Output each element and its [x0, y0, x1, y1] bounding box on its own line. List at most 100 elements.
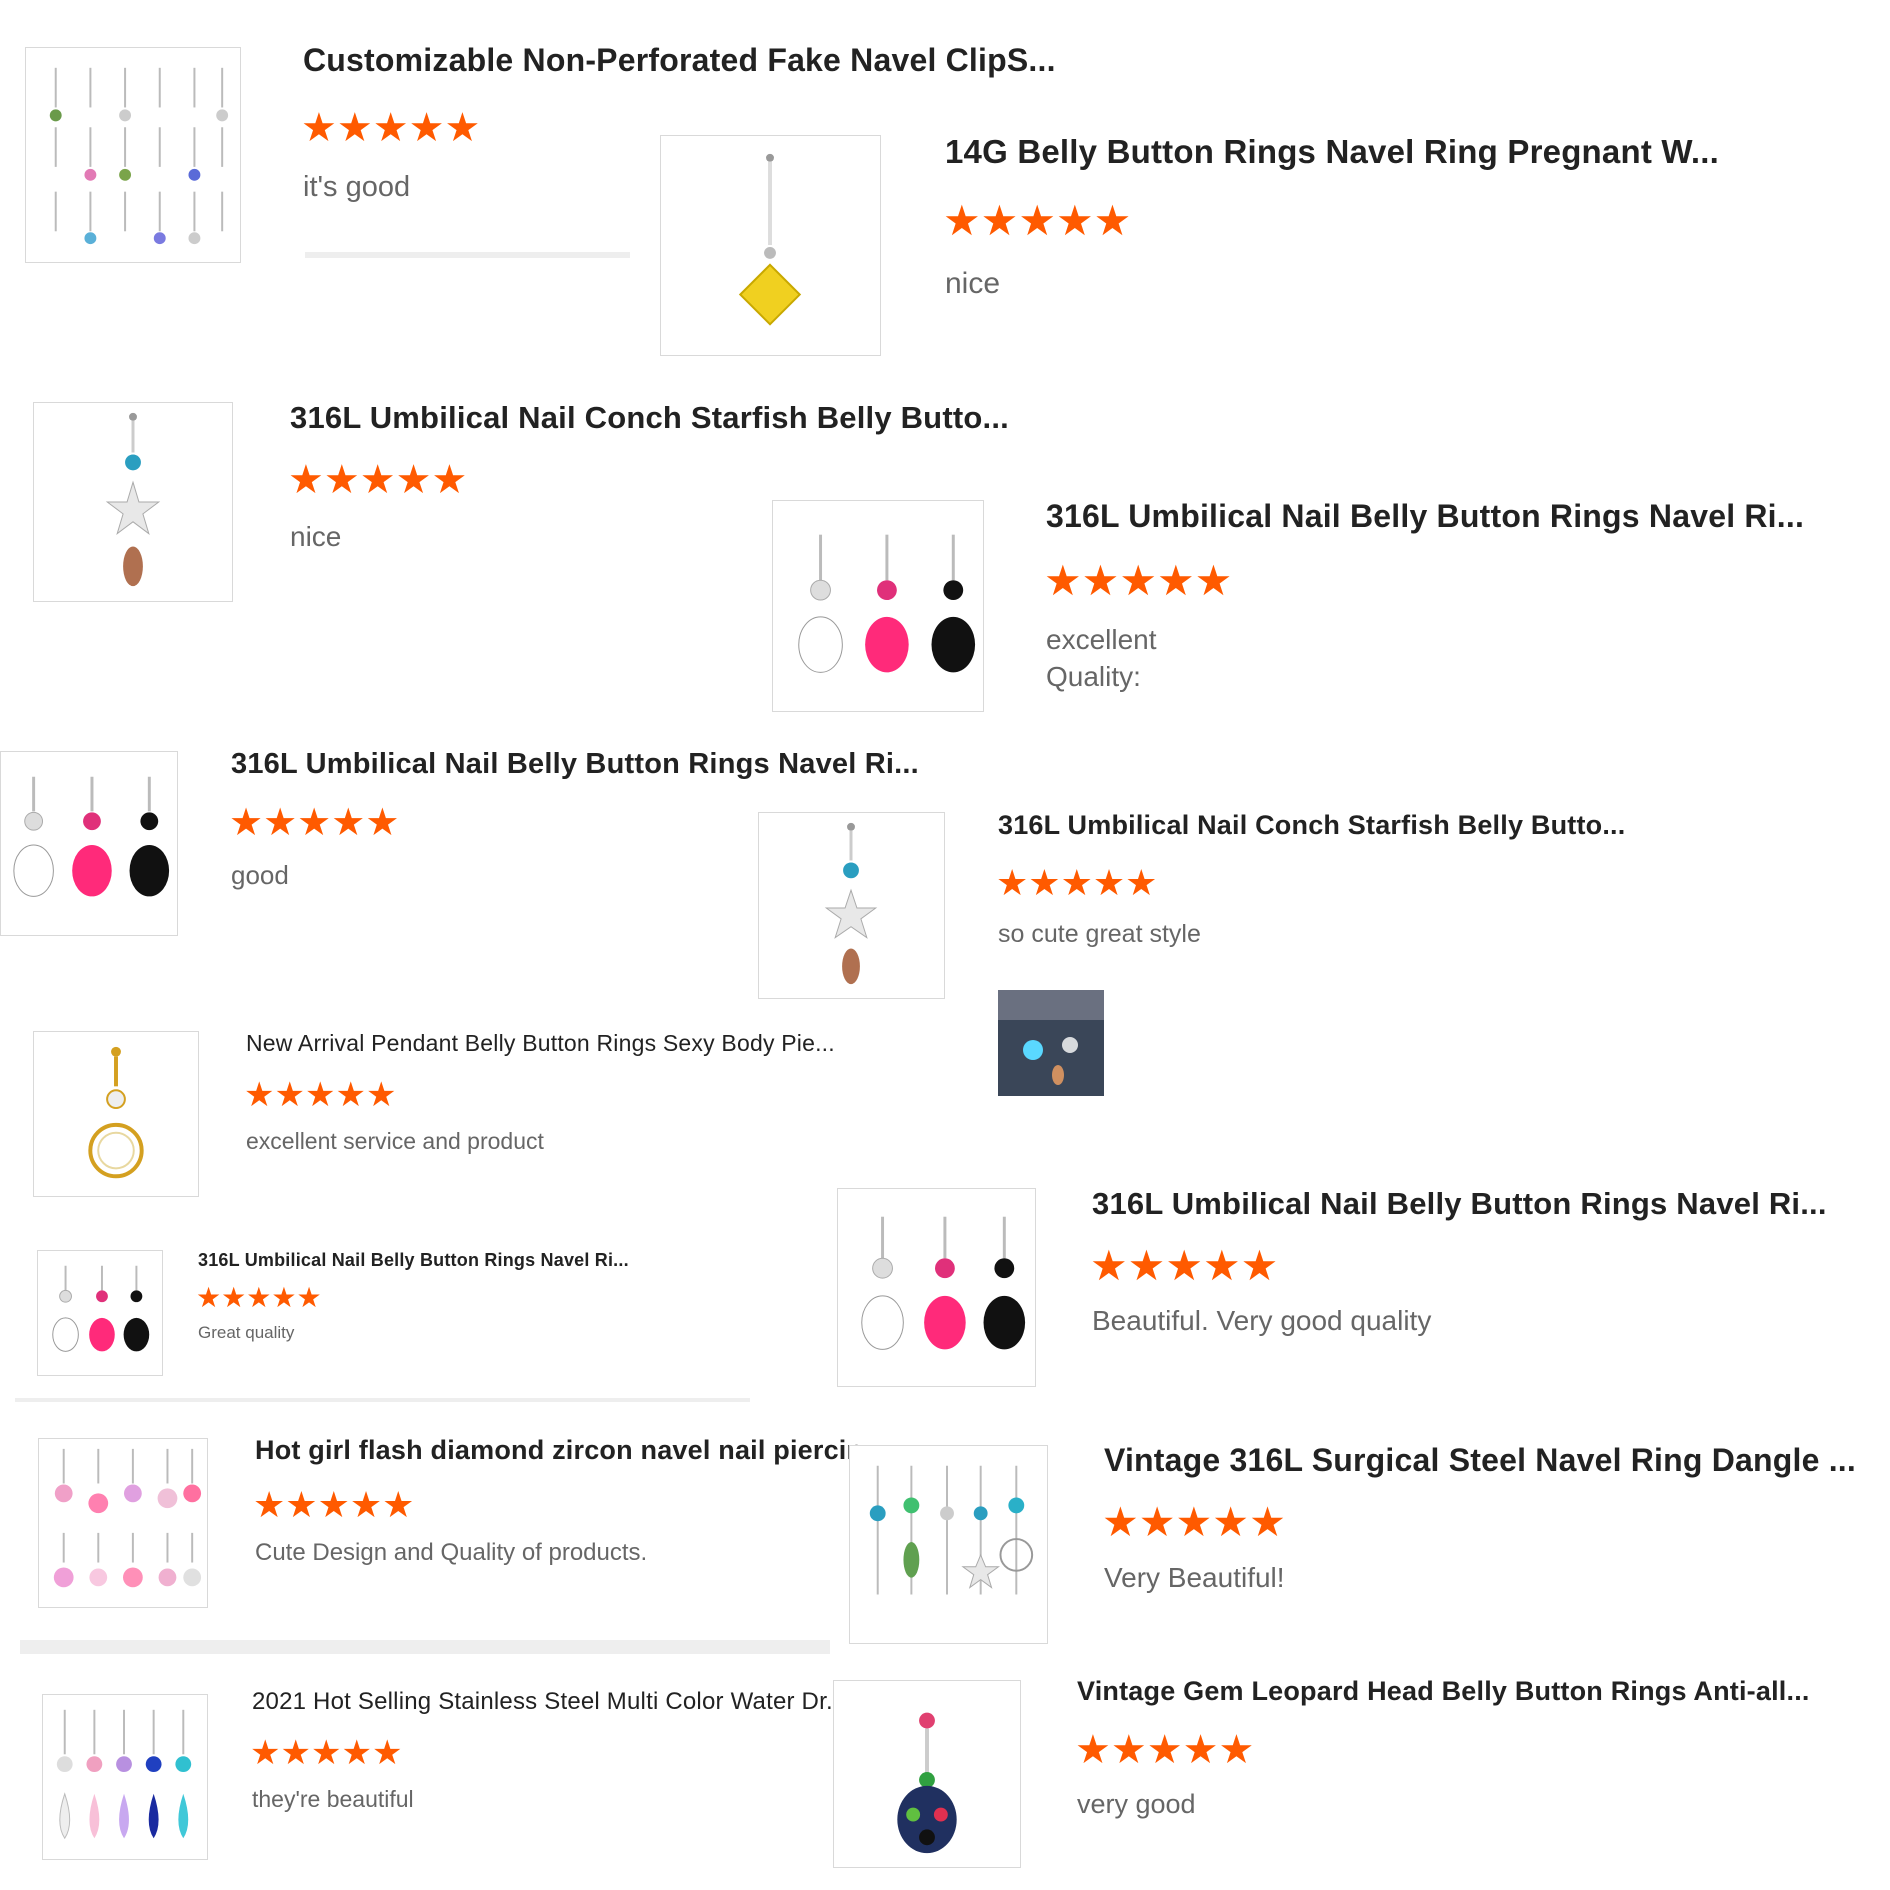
star-icon: ★ — [304, 1076, 336, 1114]
star-icon: ★ — [1156, 557, 1195, 604]
review-text: they're beautiful — [252, 1786, 414, 1812]
star-icon: ★ — [1102, 1499, 1139, 1545]
star-icon: ★ — [335, 1076, 366, 1114]
star-rating: ★ ★ ★ ★ ★ — [250, 1736, 402, 1770]
star-icon: ★ — [1018, 197, 1056, 244]
star-icon: ★ — [246, 1282, 272, 1313]
star-icon: ★ — [1202, 1242, 1241, 1289]
product-title[interactable]: Vintage Gem Leopard Head Belly Button Ri… — [1077, 1676, 1810, 1707]
star-icon: ★ — [1138, 1499, 1176, 1545]
star-icon: ★ — [1075, 1728, 1111, 1772]
star-icon: ★ — [382, 1484, 415, 1525]
product-thumbnail[interactable] — [25, 47, 241, 263]
review-text: nice — [945, 267, 1001, 300]
star-icon: ★ — [1060, 862, 1093, 903]
star-icon: ★ — [1028, 862, 1061, 903]
star-rating: ★ ★ ★ ★ ★ — [253, 1487, 414, 1523]
star-rating: ★ ★ ★ ★ ★ — [996, 865, 1157, 901]
review-text: Cute Design and Quality of products. — [255, 1539, 648, 1566]
star-icon: ★ — [331, 802, 366, 844]
star-icon: ★ — [301, 106, 337, 150]
product-thumbnail[interactable] — [38, 1438, 208, 1608]
product-title[interactable]: Customizable Non-Perforated Fake Navel C… — [303, 42, 1056, 79]
review-text: good — [231, 860, 289, 890]
star-icon: ★ — [1249, 1499, 1286, 1545]
star-icon: ★ — [1127, 1242, 1166, 1289]
star-icon: ★ — [250, 1734, 281, 1772]
star-icon: ★ — [310, 1734, 342, 1772]
star-icon: ★ — [1218, 1728, 1255, 1772]
product-thumbnail[interactable] — [758, 812, 945, 999]
star-icon: ★ — [1044, 557, 1082, 604]
star-icon: ★ — [980, 197, 1019, 244]
star-icon: ★ — [349, 1484, 383, 1525]
star-icon: ★ — [1194, 557, 1233, 604]
product-title[interactable]: 316L Umbilical Nail Belly Button Rings N… — [231, 748, 919, 781]
star-icon: ★ — [288, 458, 324, 502]
star-icon: ★ — [395, 458, 432, 502]
product-title[interactable]: 14G Belly Button Rings Navel Ring Pregna… — [945, 133, 1719, 171]
review-text: very good — [1077, 1789, 1196, 1819]
star-rating: ★ ★ ★ ★ ★ — [943, 200, 1131, 242]
star-rating: ★ ★ ★ ★ ★ — [1102, 1502, 1286, 1543]
product-title[interactable]: New Arrival Pendant Belly Button Rings S… — [246, 1030, 835, 1057]
product-title[interactable]: 316L Umbilical Nail Conch Starfish Belly… — [998, 810, 1625, 841]
product-title[interactable]: Vintage 316L Surgical Steel Navel Ring D… — [1104, 1442, 1856, 1479]
star-icon: ★ — [271, 1282, 297, 1313]
star-icon: ★ — [1182, 1728, 1219, 1772]
review-text: Very Beautiful! — [1104, 1562, 1285, 1593]
review-photo[interactable] — [998, 990, 1104, 1096]
product-thumbnail[interactable] — [833, 1680, 1021, 1868]
star-rating: ★ ★ ★ ★ ★ — [301, 108, 480, 148]
review-text: nice — [290, 521, 342, 552]
divider — [305, 252, 630, 258]
product-thumbnail[interactable] — [837, 1188, 1036, 1387]
star-icon: ★ — [1110, 1728, 1147, 1772]
star-icon: ★ — [221, 1282, 247, 1313]
star-icon: ★ — [297, 802, 332, 844]
review-text: excellent service and product — [246, 1128, 544, 1154]
product-thumbnail[interactable] — [660, 135, 881, 356]
product-title[interactable]: 316L Umbilical Nail Conch Starfish Belly… — [290, 400, 1009, 436]
product-thumbnail[interactable] — [42, 1694, 208, 1860]
product-thumbnail[interactable] — [772, 500, 984, 712]
star-icon: ★ — [253, 1484, 286, 1525]
star-icon: ★ — [365, 1076, 397, 1114]
divider — [15, 1398, 750, 1402]
product-thumbnail[interactable] — [37, 1250, 163, 1376]
review-text: Great quality — [198, 1323, 295, 1342]
star-icon: ★ — [336, 106, 373, 150]
star-icon: ★ — [296, 1282, 322, 1313]
star-rating: ★ ★ ★ ★ ★ — [1090, 1245, 1278, 1287]
product-title[interactable]: 2021 Hot Selling Stainless Steel Multi C… — [252, 1688, 847, 1716]
product-thumbnail[interactable] — [0, 751, 178, 936]
review-text: so cute great style — [998, 920, 1201, 948]
product-title[interactable]: 316L Umbilical Nail Belly Button Rings N… — [1092, 1186, 1827, 1222]
product-thumbnail[interactable] — [849, 1445, 1048, 1644]
star-icon: ★ — [1125, 862, 1158, 903]
star-icon: ★ — [1055, 197, 1094, 244]
product-title[interactable]: 316L Umbilical Nail Belly Button Rings N… — [198, 1250, 629, 1271]
star-icon: ★ — [1119, 557, 1157, 604]
product-thumbnail[interactable] — [33, 402, 233, 602]
product-thumbnail[interactable] — [33, 1031, 199, 1197]
product-title[interactable]: 316L Umbilical Nail Belly Button Rings N… — [1046, 498, 1804, 535]
star-icon: ★ — [274, 1076, 305, 1114]
star-icon: ★ — [359, 458, 396, 502]
star-icon: ★ — [341, 1734, 372, 1772]
star-icon: ★ — [196, 1282, 222, 1313]
star-rating: ★ ★ ★ ★ ★ — [229, 804, 399, 842]
product-title[interactable]: Hot girl flash diamond zircon navel nail… — [255, 1435, 886, 1466]
review-text-line2: Quality: — [1046, 661, 1141, 692]
star-icon: ★ — [1165, 1242, 1203, 1289]
star-icon: ★ — [365, 802, 400, 844]
star-icon: ★ — [996, 862, 1029, 903]
star-icon: ★ — [431, 458, 468, 502]
star-rating: ★ ★ ★ ★ ★ — [288, 460, 467, 500]
star-icon: ★ — [1092, 862, 1126, 903]
star-icon: ★ — [371, 1734, 403, 1772]
star-icon: ★ — [323, 458, 360, 502]
star-icon: ★ — [280, 1734, 311, 1772]
star-icon: ★ — [444, 106, 481, 150]
star-icon: ★ — [1093, 197, 1132, 244]
